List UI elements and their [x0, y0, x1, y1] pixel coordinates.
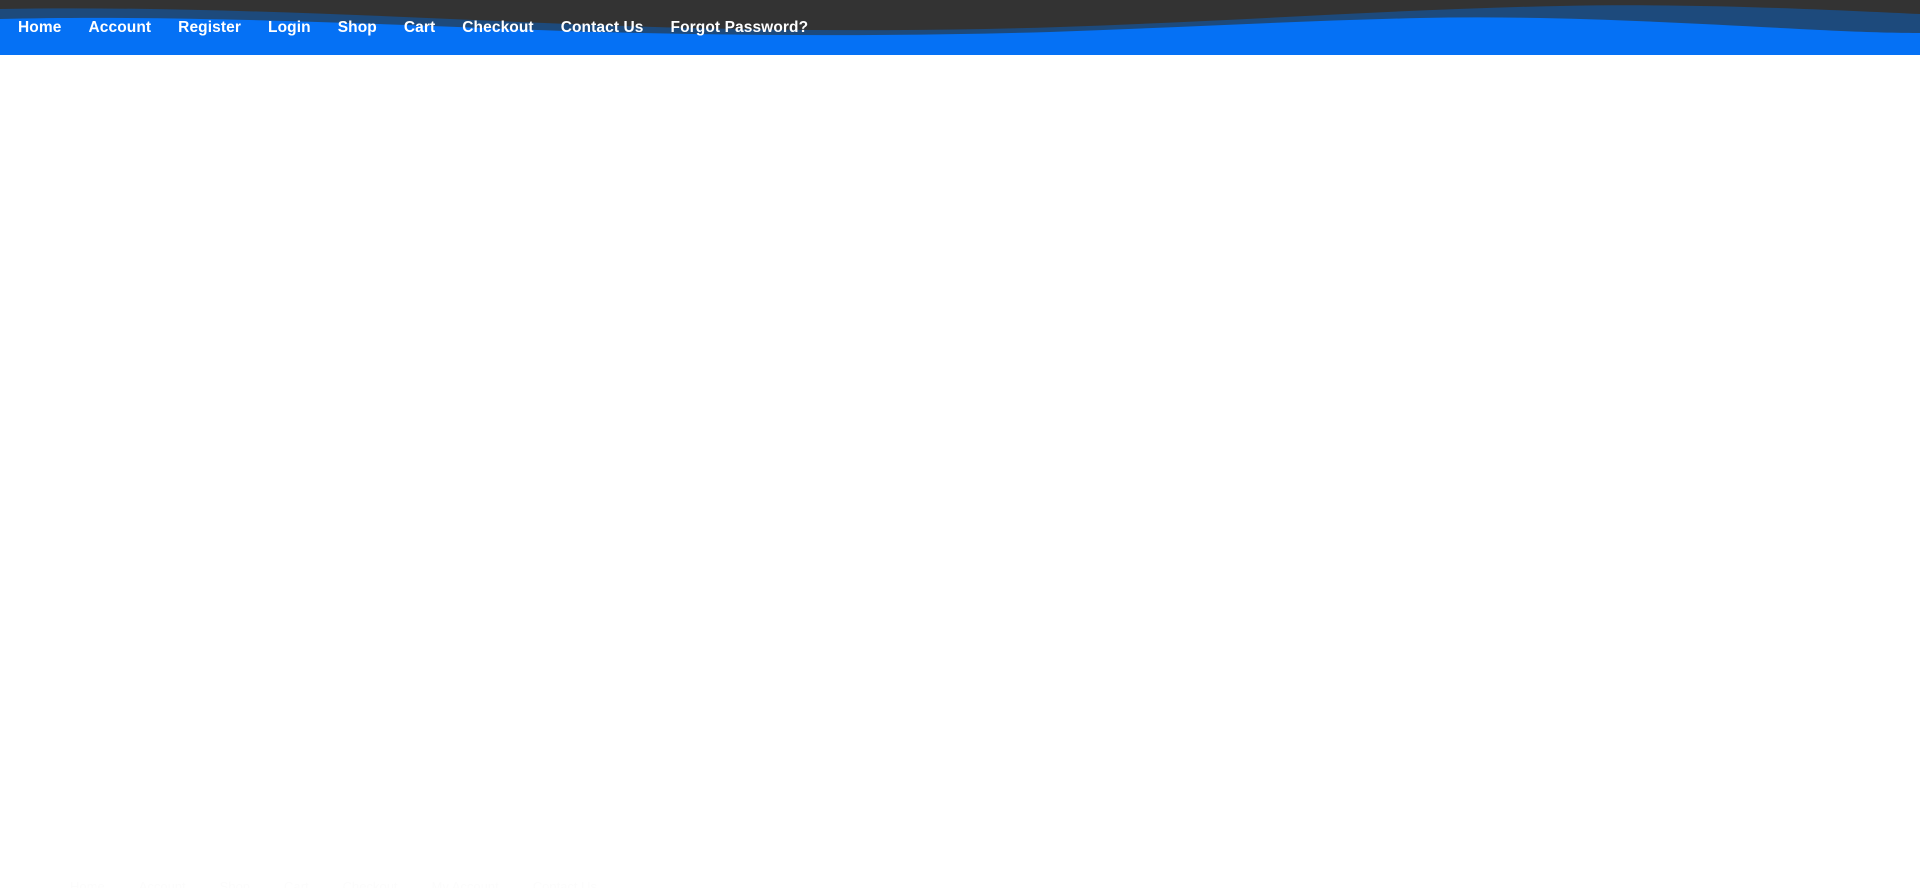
nav-link-register[interactable]: Register	[178, 16, 241, 40]
main-content-area	[0, 55, 1920, 888]
footer-link-cart[interactable]: Cart	[284, 879, 309, 888]
footer-link-contact-us[interactable]: Contact Us	[533, 879, 597, 888]
footer-link-home[interactable]: Home	[70, 879, 105, 888]
footer-link-account[interactable]: Account	[139, 879, 186, 888]
footer-links-row[interactable]: Home Account Shop Cart Checkout My Accou…	[0, 879, 1920, 888]
nav-link-cart[interactable]: Cart	[404, 16, 435, 40]
nav-link-login[interactable]: Login	[268, 16, 311, 40]
nav-link-shop[interactable]: Shop	[338, 16, 377, 40]
site-header: Home Account Register Login Shop Cart Ch…	[0, 0, 1920, 55]
nav-link-home[interactable]: Home	[18, 16, 61, 40]
nav-link-forgot-password[interactable]: Forgot Password?	[671, 16, 809, 40]
footer-link-checkout[interactable]: Checkout	[343, 879, 398, 888]
primary-navigation[interactable]: Home Account Register Login Shop Cart Ch…	[0, 0, 1920, 55]
footer-link-my-account[interactable]: My Account	[432, 879, 499, 888]
nav-link-account[interactable]: Account	[88, 16, 151, 40]
site-footer: Home Account Shop Cart Checkout My Accou…	[0, 879, 1920, 888]
footer-link-shop[interactable]: Shop	[220, 879, 250, 888]
nav-link-contact-us[interactable]: Contact Us	[561, 16, 644, 40]
nav-link-checkout[interactable]: Checkout	[462, 16, 533, 40]
